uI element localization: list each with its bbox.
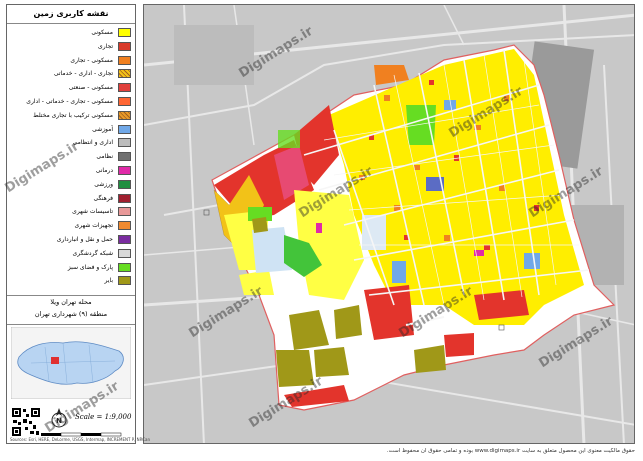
legend-swatch <box>118 262 131 272</box>
legend-item: مسکونی - صنعتی <box>7 82 135 94</box>
legend-label: مسکونی ترکیب با تجاری مختلط <box>33 111 113 119</box>
legend-label: مسکونی - تجاری - خدماتی - اداری <box>26 98 113 105</box>
legend-label: نظامی <box>96 153 113 161</box>
legend-swatch <box>118 55 131 65</box>
legend-swatch <box>118 124 131 134</box>
legend-swatch <box>118 69 131 79</box>
legend-swatch <box>118 235 131 244</box>
legend-item: پارک و فضای سبز <box>7 262 135 274</box>
legend-item: درمانی <box>7 165 135 177</box>
legend-item: ورزشی <box>7 179 135 191</box>
legend-item: مسکونی - تجاری <box>7 55 135 67</box>
legend-label: ورزشی <box>94 180 113 188</box>
legend-swatch <box>118 83 131 93</box>
legend-item: تاسیسات شهری <box>7 206 135 218</box>
legend-swatch <box>118 28 131 37</box>
legend-label: پارک و فضای سبز <box>67 263 113 271</box>
legend-swatch <box>118 166 131 175</box>
legend-swatch <box>118 138 131 148</box>
scale-text: Scale = 1:9,000 <box>75 413 132 421</box>
legend-title: نقشه کاربری زمین <box>7 5 135 24</box>
legend-swatch <box>118 276 131 286</box>
legend-swatch <box>118 41 131 51</box>
legend-item: اداری و انتظامی <box>7 137 135 149</box>
legend-label: تجاری <box>98 42 113 50</box>
locator-map <box>11 327 131 399</box>
legend-item: حمل و نقل و انبارداری <box>7 234 135 246</box>
legend-label: درمانی <box>95 167 113 174</box>
legend-item: تجهیزات شهری <box>7 220 135 232</box>
legend-label: مسکونی <box>91 29 113 36</box>
legend-swatch <box>118 152 131 162</box>
legend-swatch <box>118 97 131 106</box>
area-info: محله تهران ویلا منطقه (۹) شهرداری تهران <box>7 295 135 325</box>
copyright-footer: حقوق مالکیت معنوی این محصول متعلق به سای… <box>386 448 635 454</box>
legend-label: مسکونی - تجاری <box>70 56 113 64</box>
map-canvas <box>144 5 634 443</box>
legend-swatch <box>118 207 131 217</box>
legend-item: نظامی <box>7 151 135 163</box>
legend-swatch <box>118 193 131 203</box>
legend-item: مسکونی <box>7 27 135 39</box>
legend-item: آموزشی <box>7 124 135 136</box>
qr-code-icon <box>11 407 41 437</box>
legend-label: تاسیسات شهری <box>72 208 113 216</box>
legend-item: بایر <box>7 275 135 287</box>
legend-label: فرهنگی <box>93 194 113 202</box>
legend-label: بایر <box>104 277 113 285</box>
locator-highlight <box>51 357 59 364</box>
legend-swatch <box>118 179 131 189</box>
legend-item: مسکونی - تجاری - خدماتی - اداری <box>7 96 135 108</box>
legend-label: تجاری - اداری - خدماتی <box>53 70 113 78</box>
map-view[interactable]: Digimaps.ir Digimaps.ir Digimaps.ir Digi… <box>143 4 635 444</box>
legend-label: شبکه گردشگری <box>72 249 113 257</box>
legend-label: آموزشی <box>92 125 113 133</box>
legend-item: تجاری - اداری - خدماتی <box>7 68 135 80</box>
north-label: N <box>56 417 62 425</box>
neighborhood-name: محله تهران ویلا <box>50 298 92 306</box>
legend-item: شبکه گردشگری <box>7 248 135 260</box>
legend-item: تجاری <box>7 41 135 53</box>
legend-label: تجهیزات شهری <box>74 222 113 230</box>
legend-item: مسکونی ترکیب با تجاری مختلط <box>7 110 135 122</box>
north-arrow-icon: N <box>51 408 67 428</box>
legend-swatch <box>118 221 131 231</box>
basemap-credit: Sources: Esri, HERE, DeLorme, USGS, Inte… <box>10 437 151 442</box>
legend-item: فرهنگی <box>7 193 135 205</box>
legend-swatch <box>118 110 131 120</box>
legend-swatch <box>118 248 131 258</box>
district-name: منطقه (۹) شهرداری تهران <box>34 310 108 318</box>
legend-label: مسکونی - صنعتی <box>68 84 113 92</box>
legend-label: اداری و انتظامی <box>72 139 113 147</box>
legend-panel: نقشه کاربری زمین مسکونی تجاری مسکونی - تجا… <box>6 4 136 444</box>
legend-label: حمل و نقل و انبارداری <box>56 236 113 243</box>
